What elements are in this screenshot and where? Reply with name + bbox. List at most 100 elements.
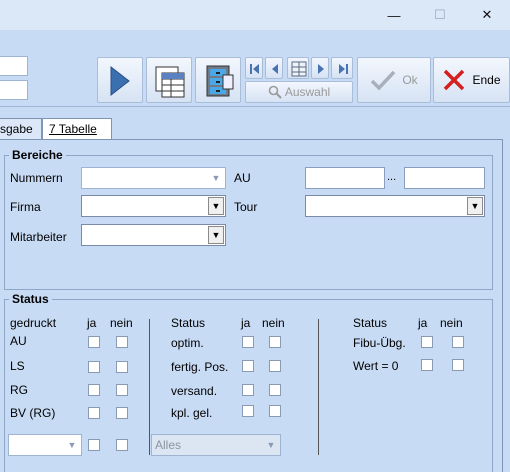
mitarbeiter-combo[interactable]: ▼ [81,224,226,246]
chevron-left-icon [272,64,278,74]
filter-ja-checkbox[interactable] [88,439,100,451]
toolbar: Auswahl Ok Ende [0,30,510,107]
versand-ja-checkbox[interactable] [242,384,254,396]
fertig-ja-checkbox[interactable] [242,360,254,372]
tab-tabelle[interactable]: 7 Tabelle [42,118,112,140]
optim-ja-checkbox[interactable] [242,336,254,348]
firma-combo[interactable]: ▼ [81,195,226,217]
auswahl-button[interactable]: Auswahl [245,81,353,103]
status-bv-label: BV (RG) [10,406,56,420]
tab-tabelle-label: 7 Tabelle [49,122,97,136]
range-separator: ... [387,171,397,183]
close-icon: ✕ [481,7,493,22]
nummern-combo[interactable]: ▼ [81,167,226,189]
grid-icon [291,61,307,77]
mitarbeiter-label: Mitarbeiter [10,230,67,244]
table-view-button[interactable] [146,57,192,103]
maximize-icon: ☐ [434,7,446,22]
fertig-nein-checkbox[interactable] [269,360,281,372]
col2-nein-header: nein [262,316,285,330]
bv-ja-checkbox[interactable] [88,407,100,419]
col3-nein-header: nein [440,316,463,330]
minimize-icon: — [387,7,401,23]
run-button[interactable] [97,57,143,103]
col3-ja-header: ja [418,316,428,330]
ende-label: Ende [472,73,501,87]
nav-last-button[interactable] [331,57,353,79]
fibu-nein-checkbox[interactable] [452,336,464,348]
column-divider-2 [318,319,319,455]
rg-ja-checkbox[interactable] [88,384,100,396]
kpl-ja-checkbox[interactable] [242,405,254,417]
skip-first-icon [250,64,259,74]
archive-button[interactable] [195,57,241,103]
au-ja-checkbox[interactable] [88,336,100,348]
tab-content-panel: Bereiche Nummern ▼ AU ... Firma ▼ Tour ▼… [0,139,503,472]
maximize-button[interactable]: ☐ [417,0,463,30]
tour-label: Tour [234,200,258,214]
nav-list-button[interactable] [287,57,309,79]
chevron-down-icon: ▼ [211,173,221,183]
au-nein-checkbox[interactable] [116,336,128,348]
toolbar-left-field-1[interactable] [0,56,28,76]
table-icon [155,66,185,98]
gedruckt-header: gedruckt [10,316,57,330]
kpl-nein-checkbox[interactable] [269,405,281,417]
status-ls-label: LS [10,359,25,373]
wert-ja-checkbox[interactable] [421,359,433,371]
col1-ja-header: ja [87,316,97,330]
title-bar: — ☐ ✕ [0,0,510,30]
col1-nein-header: nein [110,316,133,330]
alles-value: Alles [155,438,182,452]
wert-nein-checkbox[interactable] [452,359,464,371]
status-alles-combo[interactable]: Alles ▼ [151,434,281,456]
chevron-down-icon: ▼ [67,440,77,450]
tab-ausgabe[interactable]: sgabe [0,118,42,140]
close-window-button[interactable]: ✕ [464,0,510,30]
tour-combo[interactable]: ▼ [305,195,485,217]
au-label: AU [234,171,251,185]
skip-last-icon [339,64,348,74]
chevron-right-icon [318,64,324,74]
au-from-field[interactable] [305,167,385,189]
status-wert-label: Wert = 0 [353,359,399,373]
nummern-label: Nummern [10,171,63,185]
versand-nein-checkbox[interactable] [269,384,281,396]
status-kpl-label: kpl. gel. [171,406,213,420]
nav-next-button[interactable] [311,57,329,79]
filter-nein-checkbox[interactable] [116,439,128,451]
rg-nein-checkbox[interactable] [116,384,128,396]
nav-first-button[interactable] [245,57,263,79]
magnifier-icon [268,85,282,99]
nav-prev-button[interactable] [265,57,283,79]
ok-label: Ok [402,73,418,87]
col3-status-header: Status [353,316,388,330]
tab-ausgabe-label: sgabe [0,122,33,136]
toolbar-left-field-2[interactable] [0,80,28,100]
auswahl-label: Auswahl [284,85,331,99]
au-to-field[interactable] [404,167,485,189]
gedruckt-filter-combo[interactable]: ▼ [8,434,82,456]
bv-nein-checkbox[interactable] [116,407,128,419]
close-x-icon [444,69,465,91]
ls-nein-checkbox[interactable] [116,361,128,373]
status-fertig-label: fertig. Pos. [171,360,229,374]
file-cabinet-icon [206,65,234,97]
status-versand-label: versand. [171,384,218,398]
status-fibu-label: Fibu-Übg. [353,336,406,350]
firma-label: Firma [10,200,41,214]
optim-nein-checkbox[interactable] [269,336,281,348]
status-title: Status [12,292,49,306]
ls-ja-checkbox[interactable] [88,361,100,373]
chevron-down-icon: ▼ [266,440,276,450]
bereiche-title: Bereiche [12,148,63,162]
chevron-down-icon: ▼ [208,197,224,215]
chevron-down-icon: ▼ [467,197,483,215]
ende-button[interactable]: Ende [433,57,510,103]
fibu-ja-checkbox[interactable] [421,336,433,348]
col2-status-header: Status [171,316,206,330]
minimize-button[interactable]: — [371,0,417,30]
status-au-label: AU [10,334,27,348]
ok-button[interactable]: Ok [357,57,431,103]
column-divider-1 [149,319,150,455]
